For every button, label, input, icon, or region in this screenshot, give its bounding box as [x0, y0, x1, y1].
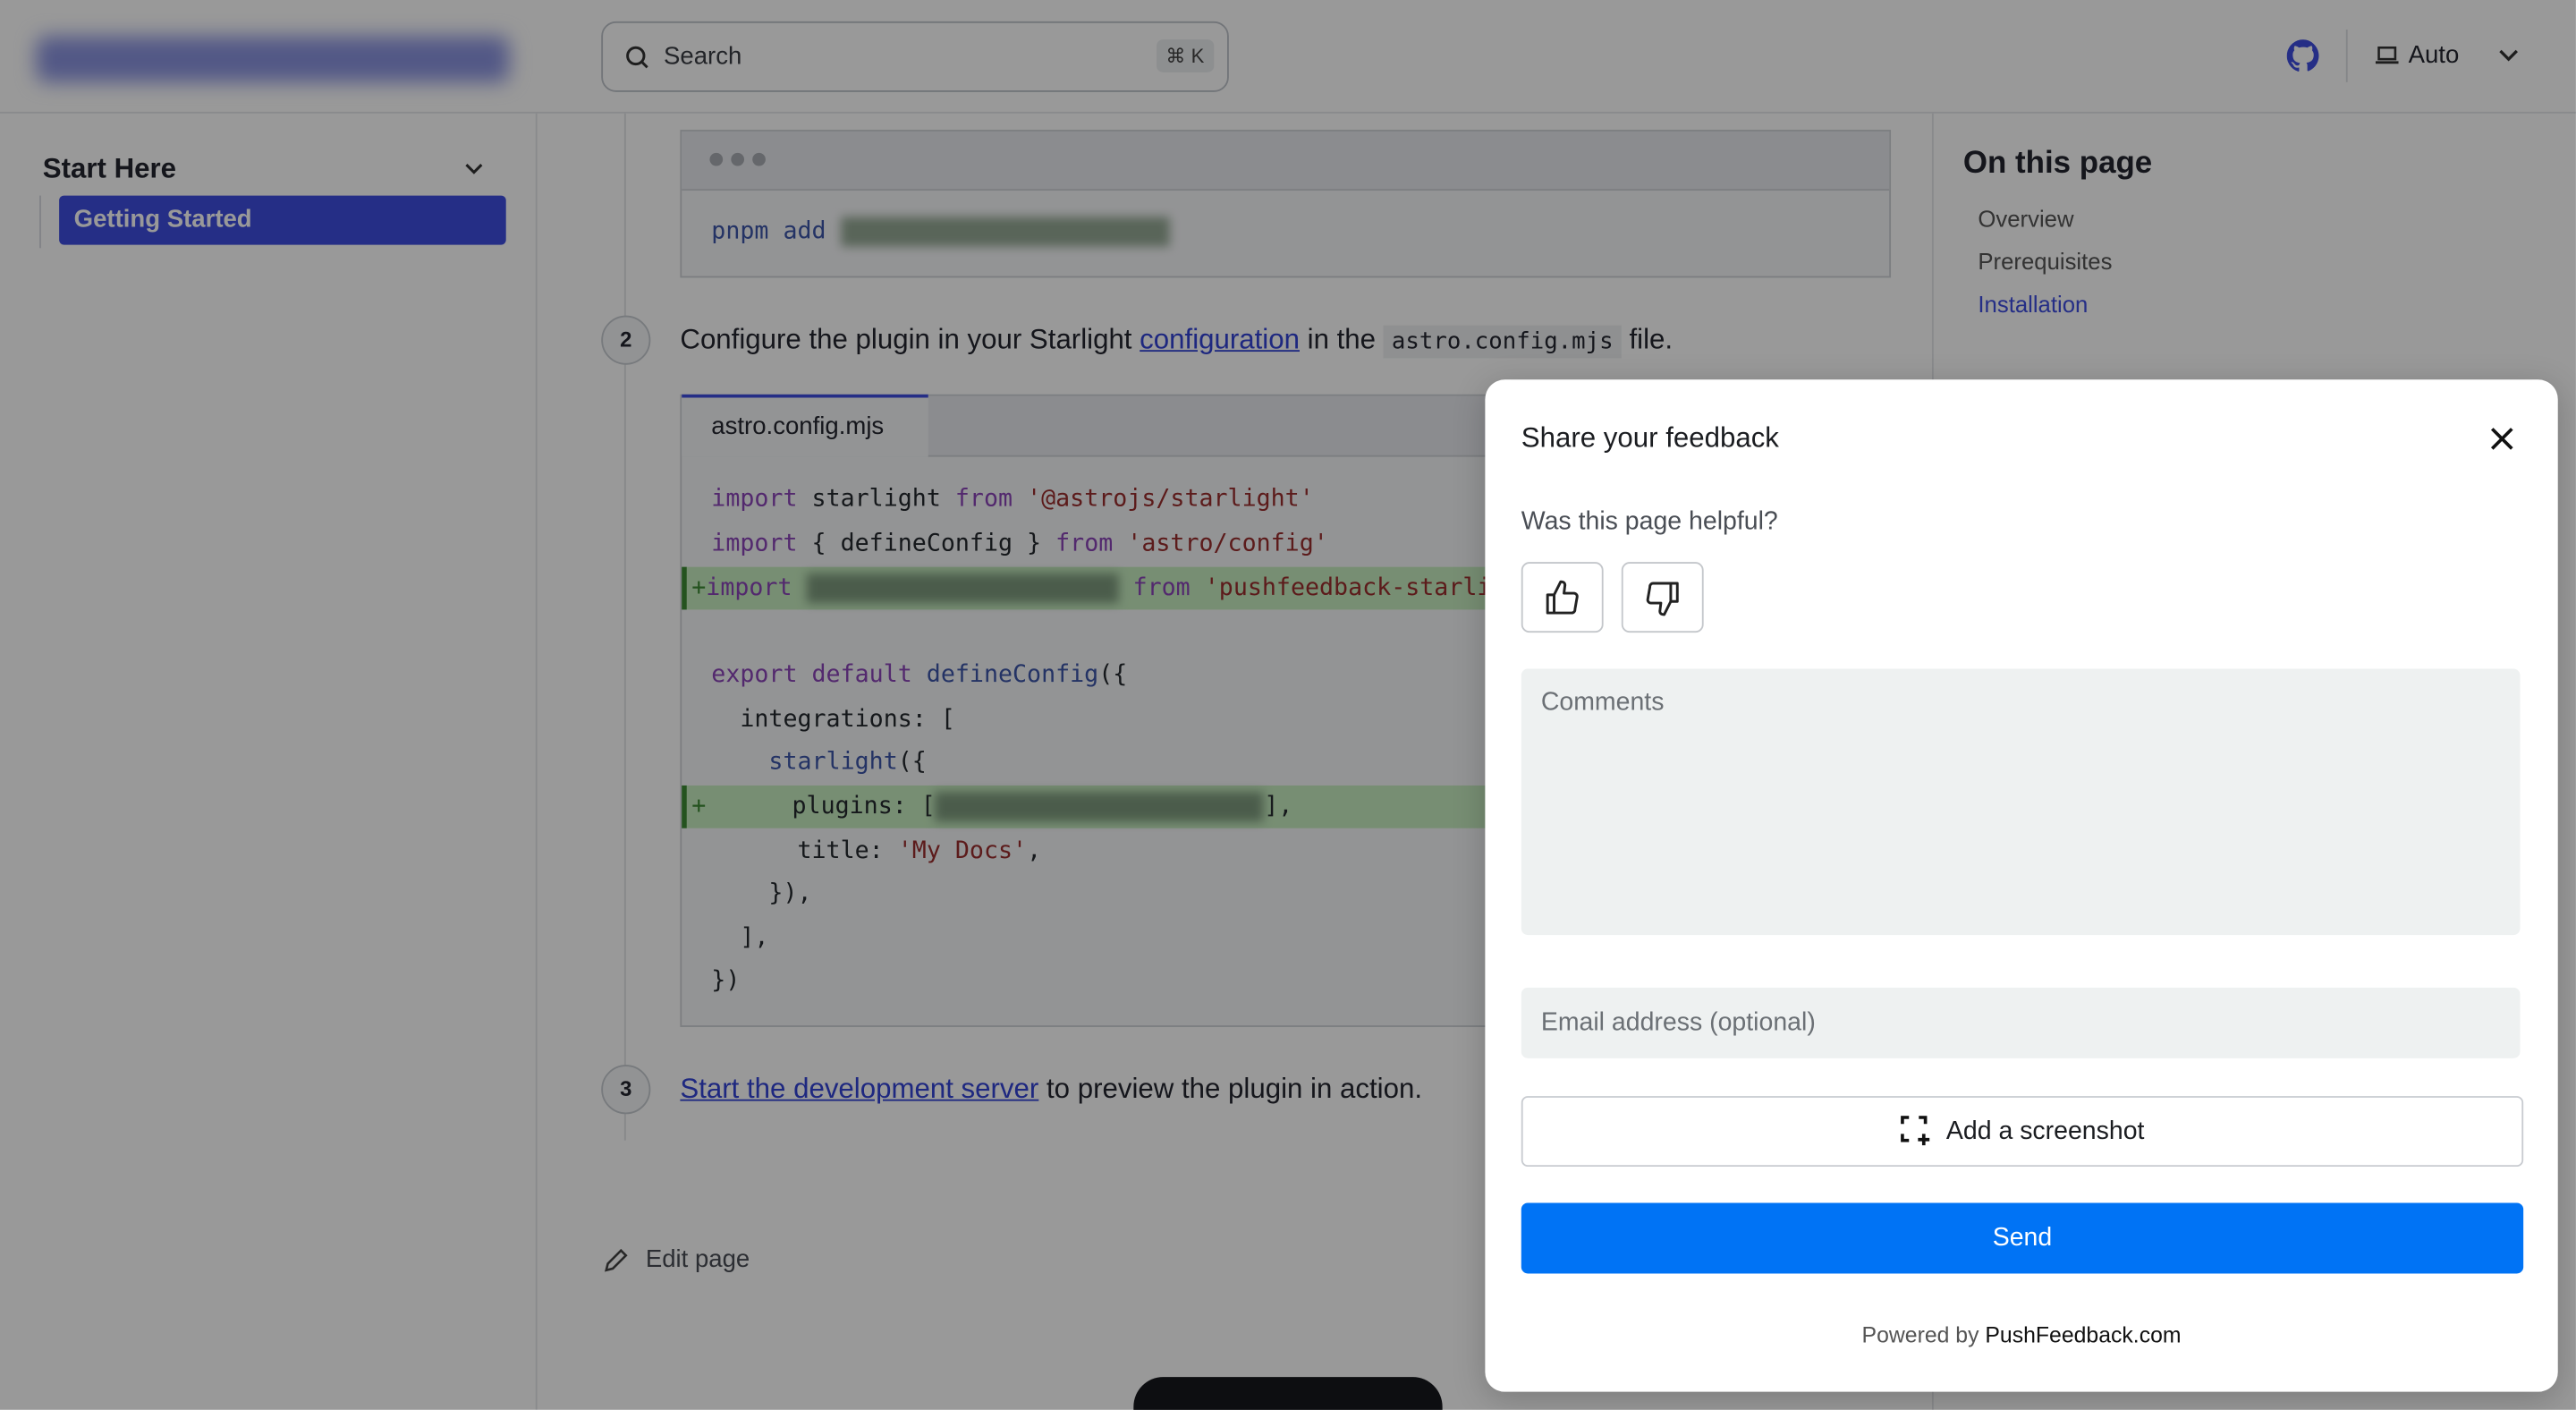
- email-input[interactable]: Email address (optional): [1521, 987, 2521, 1058]
- thumbs-down-icon: [1646, 581, 1679, 616]
- add-screenshot-button[interactable]: Add a screenshot: [1521, 1096, 2524, 1168]
- feedback-modal: Share your feedback Was this page helpfu…: [1485, 379, 2558, 1392]
- send-button[interactable]: Send: [1521, 1202, 2524, 1274]
- thumbs-up-button[interactable]: [1521, 562, 1604, 633]
- screenshot-icon: [1900, 1116, 1929, 1146]
- close-icon[interactable]: [2489, 426, 2515, 452]
- pushfeedback-link[interactable]: PushFeedback.com: [1985, 1323, 2181, 1348]
- thumbs-down-button[interactable]: [1621, 562, 1704, 633]
- thumbs-up-icon: [1546, 579, 1579, 614]
- powered-by: Powered by PushFeedback.com: [1861, 1322, 2182, 1348]
- helpful-question: Was this page helpful?: [1521, 507, 1778, 536]
- comments-textarea[interactable]: Comments: [1521, 668, 2521, 936]
- modal-title: Share your feedback: [1521, 422, 1779, 454]
